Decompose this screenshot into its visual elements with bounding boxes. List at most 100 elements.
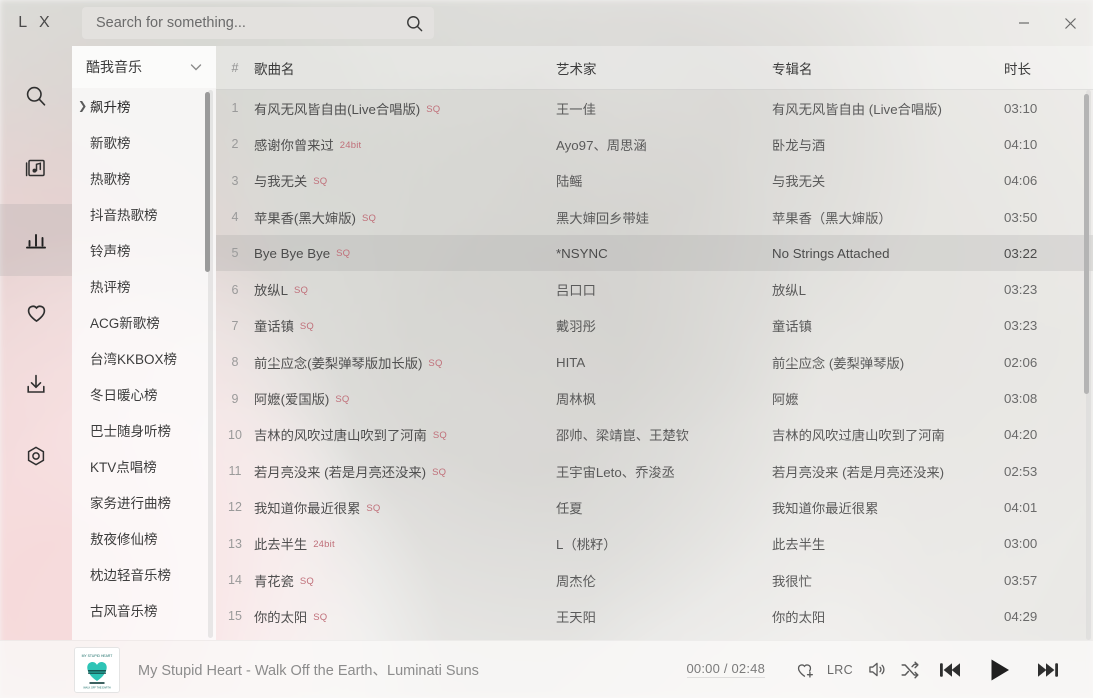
cell-artist: Ayo97、周思涵 <box>556 135 772 154</box>
search-input[interactable] <box>96 15 405 31</box>
table-row[interactable]: 11若月亮没来 (若是月亮还没来)SQ王宇宙Leto、乔浚丞若月亮没来 (若是月… <box>216 453 1093 489</box>
sidebar-scrollbar-thumb[interactable] <box>205 92 210 272</box>
sidebar-item[interactable]: 抖音热歌榜 <box>72 196 216 232</box>
quality-badge: SQ <box>366 503 380 514</box>
now-playing-title: My Stupid Heart - Walk Off the Earth、Lum… <box>138 659 479 680</box>
rail-item-settings[interactable] <box>0 420 72 492</box>
cell-duration: 03:57 <box>1004 573 1082 588</box>
favorite-button[interactable] <box>787 653 821 687</box>
header-index: # <box>216 61 254 75</box>
table-rows-container: 1有风无风皆自由(Live合唱版)SQ王一佳有风无风皆自由 (Live合唱版)0… <box>216 90 1093 634</box>
table-scrollbar-track[interactable] <box>1086 90 1091 640</box>
search-box[interactable] <box>82 7 434 39</box>
table-row[interactable]: 2感谢你曾来过24bitAyo97、周思涵卧龙与酒04:10 <box>216 126 1093 162</box>
table-row[interactable]: 1有风无风皆自由(Live合唱版)SQ王一佳有风无风皆自由 (Live合唱版)0… <box>216 90 1093 126</box>
cell-album: 我知道你最近很累 <box>772 498 1004 517</box>
cell-index: 13 <box>216 537 254 551</box>
cell-song-name: 我知道你最近很累SQ <box>254 498 556 517</box>
table-row[interactable]: 12我知道你最近很累SQ任夏我知道你最近很累04:01 <box>216 489 1093 525</box>
volume-button[interactable] <box>859 653 893 687</box>
cell-index: 7 <box>216 319 254 333</box>
icon-rail <box>0 46 72 640</box>
rail-item-search[interactable] <box>0 60 72 132</box>
quality-badge: SQ <box>313 612 327 623</box>
cell-index: 8 <box>216 355 254 369</box>
cell-song-name: 与我无关SQ <box>254 171 556 190</box>
close-button[interactable] <box>1047 0 1093 46</box>
quality-badge: SQ <box>336 248 350 259</box>
table-row[interactable]: 9阿嬷(爱国版)SQ周林枫阿嬷03:08 <box>216 380 1093 416</box>
sidebar-item[interactable]: 巴士随身听榜 <box>72 412 216 448</box>
play-button[interactable] <box>973 647 1025 693</box>
album-art[interactable]: MY STUPID HEART WALK OFF THE EARTH <box>74 647 120 693</box>
sidebar-item[interactable]: 古风音乐榜 <box>72 592 216 628</box>
cell-index: 3 <box>216 174 254 188</box>
cell-duration: 02:06 <box>1004 355 1082 370</box>
table-row[interactable]: 8前尘应念(姜梨弹琴版加长版)SQHITA前尘应念 (姜梨弹琴版)02:06 <box>216 344 1093 380</box>
table-row[interactable]: 3与我无关SQ陆鳐与我无关04:06 <box>216 163 1093 199</box>
cell-artist: 周杰伦 <box>556 571 772 590</box>
song-title-text: 有风无风皆自由(Live合唱版) <box>254 102 420 117</box>
gear-hexagon-icon <box>24 444 48 468</box>
rail-item-downloads[interactable] <box>0 348 72 420</box>
sidebar-item[interactable]: 新歌榜 <box>72 124 216 160</box>
song-title-text: 放纵L <box>254 283 288 298</box>
sidebar-item[interactable]: 冬日暖心榜 <box>72 376 216 412</box>
cell-index: 10 <box>216 428 254 442</box>
minimize-button[interactable] <box>1001 0 1047 46</box>
sidebar-item[interactable]: 枕边轻音乐榜 <box>72 556 216 592</box>
cell-artist: 邵帅、梁靖崑、王楚钦 <box>556 425 772 444</box>
table-row[interactable]: 5Bye Bye ByeSQ*NSYNCNo Strings Attached0… <box>216 235 1093 271</box>
cell-song-name: 感谢你曾来过24bit <box>254 135 556 154</box>
quality-badge: SQ <box>362 213 376 224</box>
table-row[interactable]: 4苹果香(黑大婶版)SQ黑大婶回乡带娃苹果香（黑大婶版）03:50 <box>216 199 1093 235</box>
shuffle-button[interactable] <box>893 653 927 687</box>
sidebar-item-label: 热歌榜 <box>90 168 131 188</box>
sidebar-item[interactable]: 热评榜 <box>72 268 216 304</box>
cell-index: 1 <box>216 101 254 115</box>
quality-badge: SQ <box>294 285 308 296</box>
chevron-down-icon[interactable] <box>188 59 204 75</box>
cell-duration: 04:06 <box>1004 173 1082 188</box>
table-row[interactable]: 15你的太阳SQ王天阳你的太阳04:29 <box>216 598 1093 634</box>
table-scrollbar-thumb[interactable] <box>1084 94 1089 394</box>
sidebar-item-label: 铃声榜 <box>90 240 131 260</box>
search-icon[interactable] <box>405 14 424 33</box>
player-controls: 00:00 / 02:48 LRC <box>687 647 1072 693</box>
lyrics-button[interactable]: LRC <box>821 653 859 687</box>
cell-artist: 戴羽彤 <box>556 316 772 335</box>
source-selector[interactable]: 酷我音乐 <box>72 46 216 88</box>
next-icon <box>1035 657 1061 683</box>
shuffle-icon <box>899 659 921 681</box>
sidebar-item[interactable]: 台湾KKBOX榜 <box>72 340 216 376</box>
table-row[interactable]: 14青花瓷SQ周杰伦我很忙03:57 <box>216 562 1093 598</box>
sidebar-item[interactable]: 铃声榜 <box>72 232 216 268</box>
rail-item-ranking[interactable] <box>0 204 72 276</box>
rail-item-library[interactable] <box>0 132 72 204</box>
sidebar-item[interactable]: ACG新歌榜 <box>72 304 216 340</box>
cell-song-name: 阿嬷(爱国版)SQ <box>254 389 556 408</box>
quality-badge: SQ <box>433 430 447 441</box>
sidebar-item[interactable]: KTV点唱榜 <box>72 448 216 484</box>
sidebar-item[interactable]: ❯飙升榜 <box>72 88 216 124</box>
bar-chart-icon <box>23 227 49 253</box>
sidebar-item-label: 家务进行曲榜 <box>90 492 171 512</box>
quality-badge: 24bit <box>340 140 362 151</box>
sidebar-item[interactable]: 敖夜修仙榜 <box>72 520 216 556</box>
table-row[interactable]: 10吉林的风吹过唐山吹到了河南SQ邵帅、梁靖崑、王楚钦吉林的风吹过唐山吹到了河南… <box>216 417 1093 453</box>
table-row[interactable]: 6放纵LSQ吕口口放纵L03:23 <box>216 271 1093 307</box>
next-button[interactable] <box>1025 647 1071 693</box>
table-row[interactable]: 13此去半生24bitL（桃籽）此去半生03:00 <box>216 526 1093 562</box>
previous-button[interactable] <box>927 647 973 693</box>
table-row[interactable]: 7童话镇SQ戴羽彤童话镇03:23 <box>216 308 1093 344</box>
sidebar-scrollbar-track[interactable] <box>208 90 213 638</box>
sidebar-item[interactable]: 家务进行曲榜 <box>72 484 216 520</box>
table-body: 1有风无风皆自由(Live合唱版)SQ王一佳有风无风皆自由 (Live合唱版)0… <box>216 90 1093 640</box>
sidebar-scroll-area: ❯飙升榜新歌榜热歌榜抖音热歌榜铃声榜热评榜ACG新歌榜台湾KKBOX榜冬日暖心榜… <box>72 88 216 640</box>
cell-index: 11 <box>216 464 254 478</box>
sidebar-item[interactable]: 热歌榜 <box>72 160 216 196</box>
cell-duration: 03:50 <box>1004 210 1082 225</box>
app-logo: L X <box>0 14 72 32</box>
cell-song-name: 前尘应念(姜梨弹琴版加长版)SQ <box>254 353 556 372</box>
rail-item-favorites[interactable] <box>0 276 72 348</box>
